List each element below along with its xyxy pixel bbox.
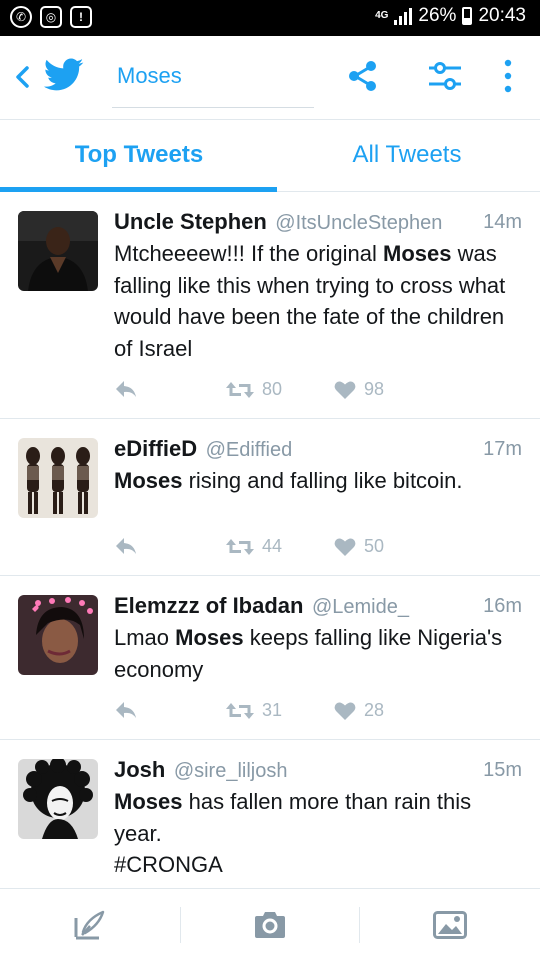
heart-icon [334,702,356,720]
reply-button[interactable] [114,700,138,720]
tweet-author-name[interactable]: Uncle Stephen [114,209,267,234]
tweet-text: Moses has fallen more than rain this yea… [114,789,472,877]
like-count: 98 [364,379,385,399]
like-button[interactable]: 50 [334,536,384,557]
retweet-count: 80 [262,379,283,399]
reply-icon [116,538,136,554]
tweet-author-handle[interactable]: @Lemide_ [312,596,409,618]
tab-bar: Top Tweets All Tweets [0,120,540,192]
tweet-text: Mtcheeeew!!! If the original Moses was f… [114,241,506,361]
retweet-button[interactable]: 31 [226,700,282,721]
camera-icon [255,912,285,938]
search-input[interactable]: Moses [112,54,314,108]
retweet-icon [226,538,254,555]
tweet-author-handle[interactable]: @Ediffied [206,439,293,461]
tweet-timestamp: 16m [483,595,522,617]
compose-bar [0,888,540,960]
whatsapp-icon: ✆ [10,6,32,28]
like-button[interactable]: 98 [334,379,384,400]
search-header: Moses [0,36,540,120]
tweet-author-handle[interactable]: @sire_liljosh [174,760,288,782]
retweet-button[interactable]: 80 [226,379,282,400]
heart-icon [334,381,356,399]
tweet-timestamp: 17m [483,438,522,460]
retweet-count: 31 [262,700,283,720]
network-type: 4G [375,10,389,21]
tweet-item[interactable]: Uncle Stephen @ItsUncleStephen 14m Mtche… [0,192,540,419]
heart-icon [334,538,356,556]
tweet-timestamp: 14m [483,211,522,233]
tweet-author-handle[interactable]: @ItsUncleStephen [275,212,442,234]
tweet-author-name[interactable]: Josh [114,757,165,782]
reply-icon [116,381,136,397]
retweet-icon [226,381,254,398]
hashtag-link[interactable]: #CRONGA [114,852,223,877]
battery-percent: 26% [418,5,457,26]
instagram-icon: ◎ [40,6,62,28]
more-icon[interactable] [498,58,518,94]
tweet-item[interactable]: Josh @sire_liljosh 15m Moses has fallen … [0,740,540,888]
share-icon[interactable] [346,58,380,94]
alert-icon: ! [70,6,92,28]
image-button[interactable] [360,889,540,960]
reply-button[interactable] [114,536,138,556]
retweet-icon [226,702,254,719]
signal-icon [394,7,413,25]
tweet-item[interactable]: eDiffieD @Ediffied 17m Moses rising and … [0,419,540,576]
tweet-text: Moses rising and falling like bitcoin. [114,468,463,493]
avatar[interactable] [18,595,98,675]
twitter-bird-icon[interactable] [44,58,84,94]
clock: 20:43 [478,5,526,26]
status-bar: ✆ ◎ ! 4G 26% 20:43 [0,0,540,36]
reply-icon [116,702,136,718]
tweet-text: Lmao Moses keeps falling like Nigeria's … [114,625,503,682]
retweet-count: 44 [262,536,283,556]
back-icon[interactable] [8,62,38,92]
reply-button[interactable] [114,379,138,399]
avatar[interactable] [18,438,98,518]
compose-icon [74,910,105,940]
avatar[interactable] [18,759,98,839]
filter-icon[interactable] [428,58,462,94]
tab-all-tweets[interactable]: All Tweets [272,120,540,192]
retweet-button[interactable]: 44 [226,536,282,557]
search-query: Moses [117,63,182,88]
like-count: 28 [364,700,385,720]
like-button[interactable]: 28 [334,700,384,721]
like-count: 50 [364,536,385,556]
avatar[interactable] [18,211,98,291]
tweet-item[interactable]: Elemzzz of Ibadan @Lemide_ 16m Lmao Mose… [0,576,540,740]
camera-button[interactable] [180,889,360,960]
tweet-timestamp: 15m [483,759,522,781]
tweet-author-name[interactable]: eDiffieD [114,436,197,461]
compose-button[interactable] [0,889,180,960]
tweet-author-name[interactable]: Elemzzz of Ibadan [114,593,303,618]
image-icon [433,911,467,939]
tab-top-tweets[interactable]: Top Tweets [4,120,274,192]
battery-icon [462,7,473,25]
